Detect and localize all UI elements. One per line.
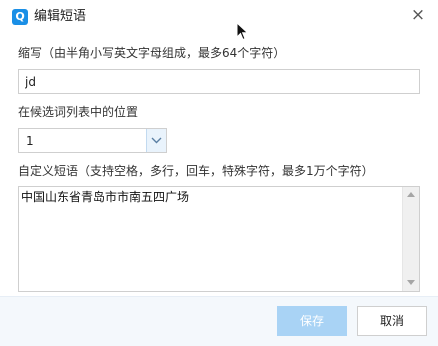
candidate-position-select[interactable]: 1 (18, 128, 167, 153)
app-logo-icon: Q (12, 9, 28, 25)
abbreviation-input[interactable] (18, 69, 420, 94)
background-window-edge (204, 0, 274, 2)
scroll-up-arrow-icon[interactable] (407, 192, 415, 197)
custom-phrase-text: 中国山东省青岛市市南五四广场 (21, 190, 190, 204)
edit-phrase-dialog: Q 编辑短语 × 缩写（由半角小写英文字母组成，最多64个字符） 在候选词列表中… (0, 0, 438, 346)
dialog-footer: 保存 取消 (0, 296, 438, 346)
title-bar: Q 编辑短语 × (0, 0, 438, 34)
candidate-position-value: 1 (26, 134, 34, 148)
mouse-cursor-icon (236, 22, 249, 41)
cancel-button[interactable]: 取消 (357, 306, 427, 336)
app-logo-letter: Q (15, 10, 25, 23)
custom-phrase-textarea[interactable]: 中国山东省青岛市市南五四广场 (18, 186, 420, 292)
candidate-position-label: 在候选词列表中的位置 (18, 105, 139, 119)
chevron-down-icon (151, 137, 162, 144)
abbreviation-label: 缩写（由半角小写英文字母组成，最多64个字符） (18, 46, 286, 60)
scroll-down-arrow-icon[interactable] (407, 280, 415, 285)
dialog-title: 编辑短语 (34, 9, 87, 24)
textarea-scrollbar[interactable] (402, 187, 419, 291)
dropdown-button[interactable] (146, 129, 166, 152)
save-button[interactable]: 保存 (277, 306, 347, 336)
custom-phrase-label: 自定义短语（支持空格，多行，回车，特殊字符，最多1万个字符） (18, 164, 374, 178)
close-button[interactable]: × (406, 4, 430, 28)
